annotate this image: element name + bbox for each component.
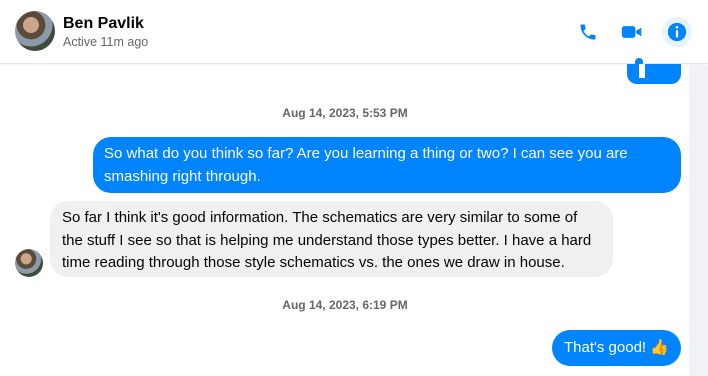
previous-outgoing-message-partial xyxy=(627,58,681,84)
phone-icon[interactable] xyxy=(574,18,602,46)
message-text: That's good! xyxy=(564,339,647,356)
conversation-header: Ben Pavlik Active 11m ago xyxy=(0,0,708,64)
contact-message-avatar[interactable] xyxy=(15,249,43,277)
outgoing-message[interactable]: So what do you think so far? Are you lea… xyxy=(93,137,681,193)
message-timestamp: Aug 14, 2023, 5:53 PM xyxy=(282,106,408,120)
outgoing-message[interactable]: That's good! 👍 xyxy=(552,330,681,366)
video-camera-icon[interactable] xyxy=(618,18,646,46)
info-icon[interactable] xyxy=(662,17,692,47)
message-timestamp: Aug 14, 2023, 6:19 PM xyxy=(282,298,408,312)
contact-name[interactable]: Ben Pavlik xyxy=(63,15,144,33)
scrollbar-track[interactable] xyxy=(689,65,708,376)
contact-status: Active 11m ago xyxy=(63,35,149,49)
contact-avatar[interactable] xyxy=(15,11,55,51)
incoming-message[interactable]: So far I think it's good information. Th… xyxy=(50,201,613,277)
thumbs-up-emoji-icon: 👍 xyxy=(650,339,669,356)
